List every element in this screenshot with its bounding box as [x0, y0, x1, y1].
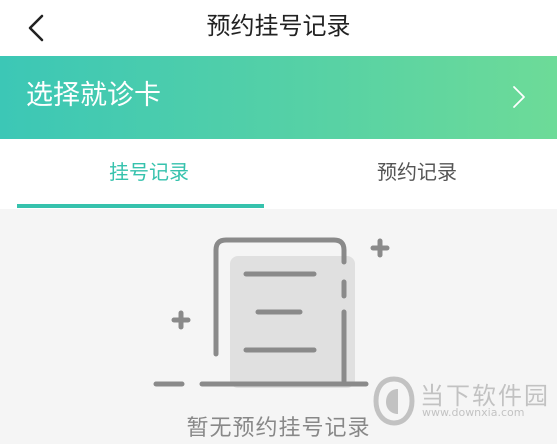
empty-document-icon [153, 237, 390, 388]
chevron-right-icon [513, 86, 525, 108]
select-card-bar[interactable]: 选择就诊卡 [0, 56, 557, 139]
top-navigation-bar: 预约挂号记录 [0, 0, 557, 56]
select-card-label: 选择就诊卡 [26, 80, 161, 111]
page-title: 预约挂号记录 [206, 12, 351, 40]
record-tabs: 挂号记录 预约记录 [0, 139, 557, 209]
tab-registration-records[interactable]: 挂号记录 [17, 139, 281, 209]
active-tab-indicator [17, 204, 264, 208]
tab-appointment-records[interactable]: 预约记录 [285, 139, 549, 209]
downxia-logo-icon [373, 376, 415, 426]
watermark: 当下软件园 www.downxia.com [372, 376, 552, 426]
watermark-url: www.downxia.com [422, 406, 525, 419]
